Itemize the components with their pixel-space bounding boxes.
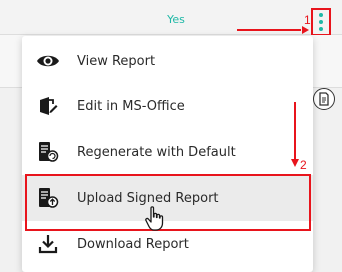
hand-cursor-icon — [145, 206, 164, 231]
menu-item-regenerate-with-default[interactable]: Regenerate with Default — [22, 129, 313, 175]
menu-item-label: Download Report — [77, 236, 189, 252]
eye-icon — [36, 49, 60, 73]
menu-item-label: Upload Signed Report — [77, 190, 219, 206]
office-edit-icon — [36, 94, 60, 118]
document-settings-icon[interactable] — [313, 88, 335, 110]
status-value: Yes — [167, 13, 185, 26]
menu-item-label: Regenerate with Default — [77, 144, 236, 160]
step-number-2: 2 — [300, 158, 307, 172]
menu-item-label: View Report — [77, 53, 156, 69]
menu-item-view-report[interactable]: View Report — [22, 38, 313, 84]
menu-item-download-report[interactable]: Download Report — [22, 221, 313, 267]
table-row: Yes — [0, 0, 342, 36]
step-number-1: 1 — [304, 13, 311, 27]
kebab-dot — [319, 13, 323, 17]
menu-item-edit-in-ms-office[interactable]: Edit in MS-Office — [22, 83, 313, 129]
regenerate-icon — [36, 140, 60, 164]
menu-item-label: Edit in MS-Office — [77, 98, 185, 114]
kebab-dot — [319, 27, 323, 31]
more-options-button[interactable] — [311, 8, 331, 36]
upload-signed-icon — [36, 186, 60, 210]
menu-item-upload-signed-report[interactable]: Upload Signed Report — [22, 175, 313, 221]
actions-dropdown-menu: View Report Edit in MS-Office Regenerate… — [22, 36, 313, 272]
kebab-dot — [319, 20, 323, 24]
download-icon — [36, 232, 60, 256]
